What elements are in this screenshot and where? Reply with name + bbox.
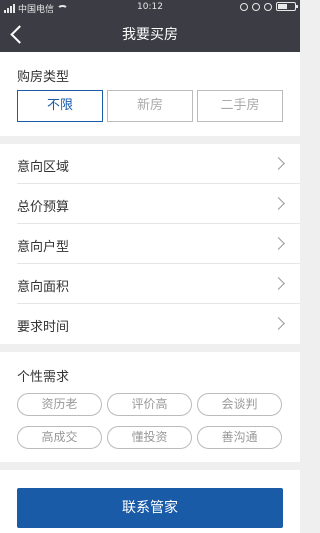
chevron-right-icon <box>272 197 285 210</box>
tag-good-communicator[interactable]: 善沟通 <box>197 426 282 449</box>
alarm-icon <box>252 2 260 11</box>
row-timeframe[interactable]: 要求时间 <box>0 304 300 344</box>
preferences-list: 意向区域 总价预算 意向户型 意向面积 要求时间 <box>0 144 300 344</box>
row-label: 意向区域 <box>17 160 70 175</box>
nav-bar: 我要买房 <box>0 16 300 52</box>
chevron-right-icon <box>272 317 285 330</box>
headset-icon <box>240 2 248 11</box>
personal-needs-label: 个性需求 <box>17 370 70 385</box>
row-label: 要求时间 <box>17 320 70 335</box>
row-intended-area[interactable]: 意向区域 <box>0 144 300 184</box>
chevron-right-icon <box>272 237 285 250</box>
chevron-right-icon <box>272 277 285 290</box>
tag-high-closing[interactable]: 高成交 <box>17 426 102 449</box>
row-label: 总价预算 <box>17 200 70 215</box>
page-title: 我要买房 <box>122 27 178 43</box>
type-option-any[interactable]: 不限 <box>17 90 103 122</box>
chevron-right-icon <box>272 157 285 170</box>
battery-icon <box>276 2 298 11</box>
type-option-new[interactable]: 新房 <box>107 90 193 122</box>
personal-needs-section: 个性需求 资历老 评价高 会谈判 高成交 懂投资 善沟通 <box>0 352 300 462</box>
tag-experienced[interactable]: 资历老 <box>17 393 102 416</box>
row-layout[interactable]: 意向户型 <box>0 224 300 264</box>
row-floor-area[interactable]: 意向面积 <box>0 264 300 304</box>
bluetooth-icon <box>264 2 272 11</box>
tag-investment-savvy[interactable]: 懂投资 <box>107 426 192 449</box>
purchase-type-label: 购房类型 <box>17 70 70 85</box>
bottom-action-area: 联系管家 <box>0 470 300 533</box>
row-label: 意向面积 <box>17 280 70 295</box>
status-bar: 中国电信 10:12 <box>0 0 300 16</box>
type-option-resale[interactable]: 二手房 <box>197 90 283 122</box>
row-label: 意向户型 <box>17 240 70 255</box>
tag-highly-rated[interactable]: 评价高 <box>107 393 192 416</box>
purchase-type-section: 购房类型 不限 新房 二手房 <box>0 52 300 136</box>
tag-negotiator[interactable]: 会谈判 <box>197 393 282 416</box>
row-total-budget[interactable]: 总价预算 <box>0 184 300 224</box>
contact-butler-button[interactable]: 联系管家 <box>17 488 283 528</box>
